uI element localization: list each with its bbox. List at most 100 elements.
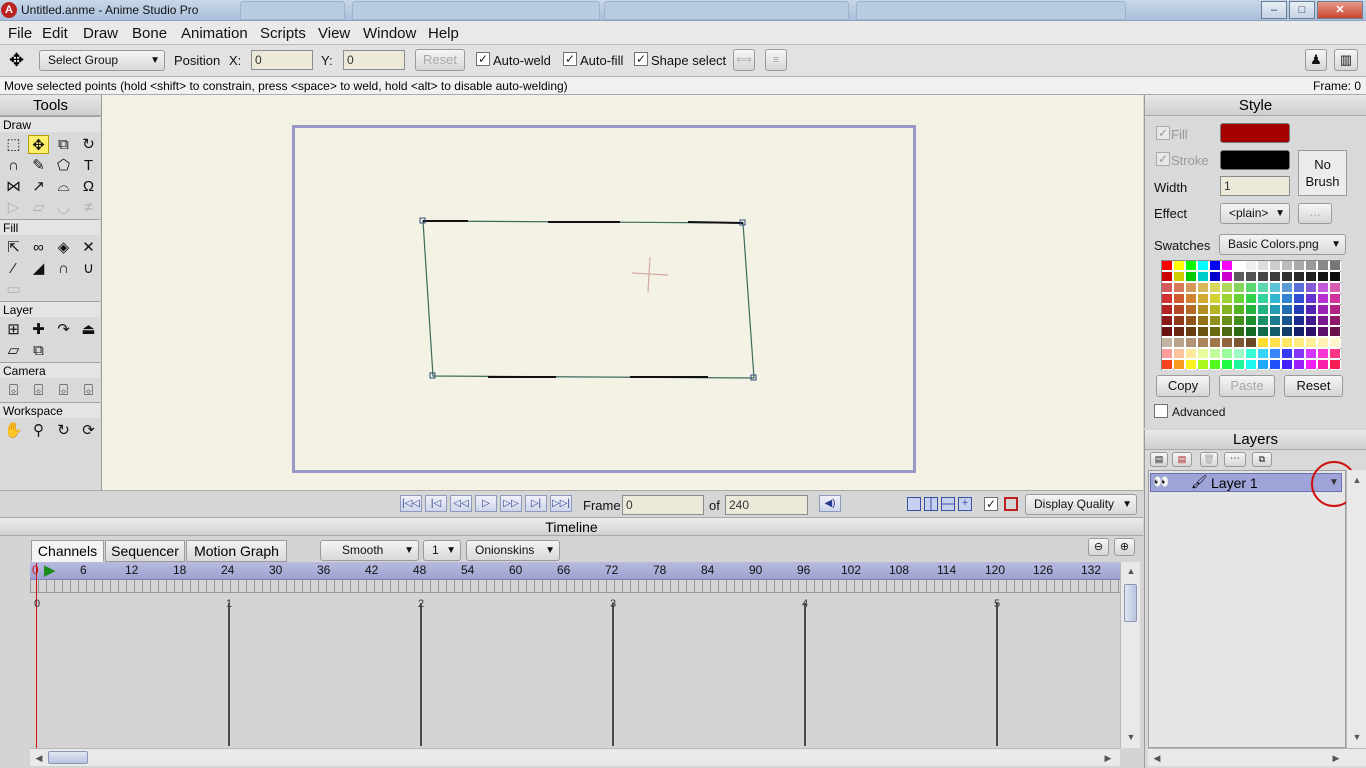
rewind-icon[interactable]: |◁◁ <box>400 495 422 512</box>
color-swatch[interactable] <box>1270 327 1281 337</box>
duplicate-layer-icon[interactable]: ⧉ <box>1252 452 1272 467</box>
color-swatch[interactable] <box>1234 360 1245 370</box>
color-swatch[interactable] <box>1294 272 1305 282</box>
layer-list[interactable] <box>1148 470 1346 748</box>
color-swatch[interactable] <box>1234 316 1245 326</box>
color-swatch[interactable] <box>1222 305 1233 315</box>
color-swatch[interactable] <box>1222 294 1233 304</box>
color-swatch[interactable] <box>1162 327 1173 337</box>
color-swatch[interactable] <box>1282 261 1293 271</box>
color-swatch[interactable] <box>1330 360 1341 370</box>
timeline-vertical-scrollbar[interactable]: ▲ ▼ <box>1120 562 1140 748</box>
color-swatch[interactable] <box>1186 349 1197 359</box>
color-swatch[interactable] <box>1210 327 1221 337</box>
color-swatch[interactable] <box>1282 360 1293 370</box>
color-swatch[interactable] <box>1258 327 1269 337</box>
color-swatch[interactable] <box>1198 283 1209 293</box>
color-swatch[interactable] <box>1198 305 1209 315</box>
color-swatch[interactable] <box>1306 327 1317 337</box>
color-swatch[interactable] <box>1234 272 1245 282</box>
color-swatch[interactable] <box>1210 316 1221 326</box>
frame-field[interactable]: 0 <box>622 495 704 515</box>
color-swatch[interactable] <box>1210 305 1221 315</box>
scroll-left-icon[interactable]: ◀ <box>1151 753 1163 764</box>
color-swatch[interactable] <box>1318 349 1329 359</box>
color-swatch[interactable] <box>1222 360 1233 370</box>
previous-keyframe-icon[interactable]: ◁◁ <box>450 495 472 512</box>
output-only-icon[interactable] <box>1004 497 1018 511</box>
split-horizontal-icon[interactable] <box>941 497 955 511</box>
color-swatch[interactable] <box>1186 316 1197 326</box>
color-swatch[interactable] <box>1186 360 1197 370</box>
color-swatch[interactable] <box>1210 272 1221 282</box>
timeline-channels-area[interactable] <box>30 594 1120 748</box>
color-swatch[interactable] <box>1282 338 1293 348</box>
advanced-checkbox[interactable] <box>1154 404 1168 418</box>
color-swatch[interactable] <box>1186 327 1197 337</box>
color-swatch[interactable] <box>1258 360 1269 370</box>
color-swatch[interactable] <box>1306 316 1317 326</box>
color-swatch[interactable] <box>1186 261 1197 271</box>
color-swatch[interactable] <box>1210 349 1221 359</box>
color-swatch[interactable] <box>1318 316 1329 326</box>
single-view-icon[interactable] <box>907 497 921 511</box>
fast-forward-icon[interactable]: ▷▷| <box>550 495 572 512</box>
scroll-left-icon[interactable]: ◀ <box>33 753 45 764</box>
color-swatches-grid[interactable] <box>1161 260 1341 370</box>
color-swatch[interactable] <box>1162 316 1173 326</box>
color-swatch[interactable] <box>1174 272 1185 282</box>
tab-channels[interactable]: Channels <box>31 540 104 562</box>
color-swatch[interactable] <box>1282 294 1293 304</box>
color-swatch[interactable] <box>1318 272 1329 282</box>
color-swatch[interactable] <box>1258 272 1269 282</box>
color-swatch[interactable] <box>1186 338 1197 348</box>
color-swatch[interactable] <box>1198 316 1209 326</box>
color-swatch[interactable] <box>1306 272 1317 282</box>
color-swatch[interactable] <box>1258 338 1269 348</box>
color-swatch[interactable] <box>1282 272 1293 282</box>
color-swatch[interactable] <box>1282 316 1293 326</box>
color-swatch[interactable] <box>1270 305 1281 315</box>
color-swatch[interactable] <box>1258 316 1269 326</box>
brush-button[interactable]: No Brush <box>1298 150 1347 196</box>
color-swatch[interactable] <box>1270 261 1281 271</box>
color-swatch[interactable] <box>1210 261 1221 271</box>
color-swatch[interactable] <box>1246 316 1257 326</box>
color-swatch[interactable] <box>1258 349 1269 359</box>
color-swatch[interactable] <box>1306 294 1317 304</box>
color-swatch[interactable] <box>1306 338 1317 348</box>
color-swatch[interactable] <box>1318 305 1329 315</box>
color-swatch[interactable] <box>1246 272 1257 282</box>
close-button[interactable]: ✕ <box>1317 1 1363 19</box>
scroll-down-icon[interactable]: ▼ <box>1350 732 1364 742</box>
tab-sequencer[interactable]: Sequencer <box>105 540 185 562</box>
color-swatch[interactable] <box>1198 360 1209 370</box>
preview-checkbox[interactable]: ✓ <box>984 497 998 511</box>
color-swatch[interactable] <box>1330 305 1341 315</box>
color-swatch[interactable] <box>1318 261 1329 271</box>
scroll-right-icon[interactable]: ▶ <box>1330 753 1342 764</box>
color-swatch[interactable] <box>1270 272 1281 282</box>
color-swatch[interactable] <box>1174 349 1185 359</box>
color-swatch[interactable] <box>1330 283 1341 293</box>
fill-checkbox[interactable]: ✓ <box>1156 126 1170 140</box>
zoom-in-icon[interactable]: ⊕ <box>1114 538 1135 556</box>
color-swatch[interactable] <box>1246 327 1257 337</box>
play-icon[interactable]: ▷ <box>475 495 497 512</box>
color-swatch[interactable] <box>1294 283 1305 293</box>
minimize-button[interactable]: – <box>1261 1 1287 19</box>
color-swatch[interactable] <box>1222 272 1233 282</box>
color-swatch[interactable] <box>1318 283 1329 293</box>
color-swatch[interactable] <box>1174 283 1185 293</box>
color-swatch[interactable] <box>1306 360 1317 370</box>
color-swatch[interactable] <box>1234 294 1245 304</box>
color-swatch[interactable] <box>1174 316 1185 326</box>
timeline-horizontal-scrollbar[interactable]: ◀ ▶ <box>30 748 1120 766</box>
color-swatch[interactable] <box>1198 349 1209 359</box>
color-swatch[interactable] <box>1294 360 1305 370</box>
color-swatch[interactable] <box>1186 305 1197 315</box>
color-swatch[interactable] <box>1294 294 1305 304</box>
maximize-button[interactable]: □ <box>1289 1 1315 19</box>
color-swatch[interactable] <box>1186 283 1197 293</box>
stroke-checkbox[interactable]: ✓ <box>1156 152 1170 166</box>
